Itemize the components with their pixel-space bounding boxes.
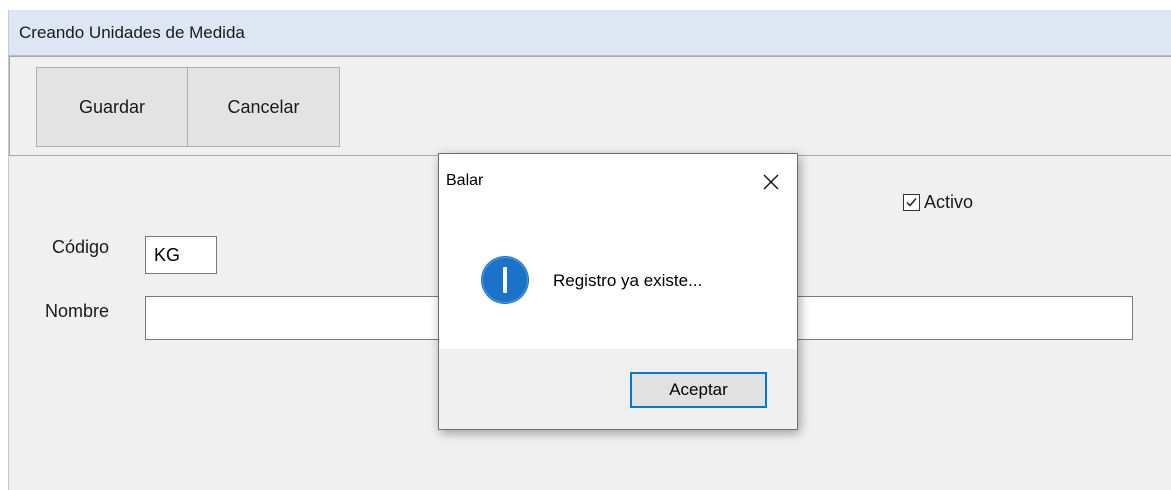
message-dialog: Balar Registro ya existe... Aceptar	[438, 153, 798, 430]
activo-label: Activo	[924, 192, 974, 212]
window-title-bar[interactable]: Creando Unidades de Medida	[9, 10, 1171, 56]
activo-checkbox[interactable]: Activo	[903, 192, 973, 213]
dialog-footer: Aceptar	[439, 349, 797, 429]
codigo-input[interactable]	[145, 236, 217, 274]
toolbar: Guardar Cancelar	[9, 56, 1171, 156]
info-icon	[480, 255, 530, 305]
dialog-message: Registro ya existe...	[553, 271, 703, 290]
dialog-title: Balar	[446, 172, 484, 189]
checkbox-checked-icon[interactable]	[903, 194, 920, 211]
window-title: Creando Unidades de Medida	[19, 23, 245, 42]
save-button[interactable]: Guardar	[36, 67, 188, 147]
cancel-button[interactable]: Cancelar	[187, 67, 340, 147]
close-icon[interactable]	[753, 164, 789, 200]
codigo-label: Código	[52, 237, 110, 257]
accept-button[interactable]: Aceptar	[630, 372, 767, 408]
nombre-label: Nombre	[45, 301, 110, 321]
dialog-body: Registro ya existe...	[439, 204, 797, 349]
